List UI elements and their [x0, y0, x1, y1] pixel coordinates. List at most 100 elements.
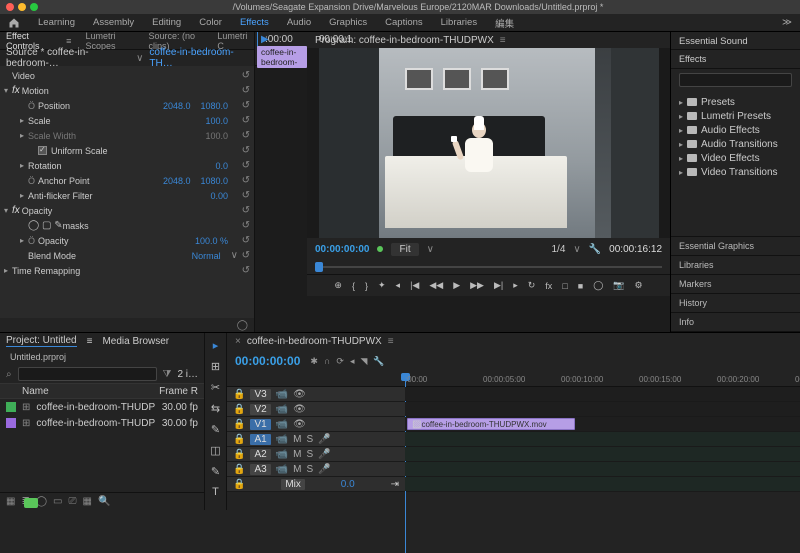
search-icon[interactable]: ⌕	[6, 369, 12, 380]
transport-btn-10[interactable]: ▸	[513, 280, 518, 291]
workspace-assembly[interactable]: Assembly	[93, 17, 134, 28]
transport-btn-9[interactable]: ▶|	[494, 280, 503, 291]
ec-timecode-toggle[interactable]: ◯	[0, 318, 254, 332]
bin-filter-icon[interactable]: ⧩	[163, 369, 172, 380]
preset-video-effects[interactable]: ▸Video Effects	[675, 151, 796, 165]
close-window-icon[interactable]	[6, 3, 14, 11]
lock-icon[interactable]: 🔒	[233, 389, 245, 400]
program-monitor[interactable]	[319, 48, 659, 238]
project-toolbar-btn-4[interactable]: ⎚	[69, 496, 77, 507]
track-mix[interactable]: 🔒Mix0.0⇥	[227, 477, 800, 492]
minimize-window-icon[interactable]	[18, 3, 26, 11]
timeline-opt-1[interactable]: ∩	[324, 356, 330, 367]
tool-5[interactable]: ◫	[210, 444, 220, 457]
transport-btn-8[interactable]: ▶▶	[470, 280, 484, 291]
transport-btn-1[interactable]: {	[352, 281, 355, 291]
zoom-window-icon[interactable]	[30, 3, 38, 11]
prop-position[interactable]: ÖPosition2048.01080.0↺	[0, 98, 254, 113]
workspace-libraries[interactable]: Libraries	[441, 17, 477, 28]
transport-btn-0[interactable]: ⊕	[334, 280, 342, 291]
preset-lumetri-presets[interactable]: ▸Lumetri Presets	[675, 109, 796, 123]
effects-header[interactable]: Effects	[671, 50, 800, 69]
tool-7[interactable]: T	[212, 486, 219, 498]
panel-link-libraries[interactable]: Libraries	[671, 256, 800, 275]
prop-anchor-point[interactable]: ÖAnchor Point2048.01080.0↺	[0, 173, 254, 188]
track-v2[interactable]: 🔒V2📹👁	[227, 402, 800, 417]
resolution-select[interactable]: 1/4	[551, 244, 565, 255]
effects-search-input[interactable]	[679, 73, 792, 87]
timeline-timecode[interactable]: 00:00:00:00	[235, 354, 300, 368]
tool-4[interactable]: ✎	[211, 423, 220, 436]
transport-btn-6[interactable]: ◀◀	[429, 280, 443, 291]
panel-link-essential-graphics[interactable]: Essential Graphics	[671, 237, 800, 256]
tool-6[interactable]: ✎	[211, 465, 220, 478]
timeline-opt-5[interactable]: 🔧	[373, 356, 384, 367]
lock-icon[interactable]: 🔒	[233, 404, 245, 415]
timeline-opt-3[interactable]: ◂	[350, 356, 355, 367]
transport-btn-17[interactable]: ⚙	[634, 280, 642, 291]
clip[interactable]: ▨ coffee-in-bedroom-THUDPWX.mov	[407, 418, 575, 430]
prop-masks[interactable]: Uniform Scale↺	[0, 143, 254, 158]
track-a2[interactable]: 🔒A2📹MS🎤	[227, 447, 800, 462]
tab-media-browser[interactable]: Media Browser	[102, 336, 169, 347]
lock-icon[interactable]: 🔒	[233, 449, 245, 460]
essential-sound-header[interactable]: Essential Sound	[671, 32, 800, 50]
project-toolbar-btn-5[interactable]: ▦	[83, 496, 92, 507]
prop-blend-mode[interactable]: Blend ModeNormal∨↺	[0, 248, 254, 263]
timeline-ruler[interactable]: :00:0000:00:05:0000:00:10:0000:00:15:000…	[227, 373, 800, 387]
tab-project[interactable]: Project: Untitled	[6, 335, 77, 347]
workspace-effects[interactable]: Effects	[240, 17, 269, 28]
tool-3[interactable]: ⇆	[211, 402, 220, 415]
prop-motion[interactable]: ▾fxMotion↺	[0, 83, 254, 98]
transport-btn-11[interactable]: ↻	[528, 280, 536, 291]
transport-btn-12[interactable]: fx	[545, 281, 552, 291]
track-v1[interactable]: 🔒V1📹👁▨ coffee-in-bedroom-THUDPWX.mov	[227, 417, 800, 432]
timeline-opt-2[interactable]: ⟳	[336, 356, 344, 367]
transport-btn-4[interactable]: ◂	[396, 280, 401, 291]
transport-btn-5[interactable]: |◀	[410, 280, 419, 291]
lock-icon[interactable]: 🔒	[233, 434, 245, 445]
project-item[interactable]: ⊞coffee-in-bedroom-THUDP30.00 fp	[0, 415, 204, 431]
transport-btn-13[interactable]: □	[562, 281, 567, 291]
zoom-fit-select[interactable]: Fit	[391, 243, 418, 256]
panel-menu-icon[interactable]: ≡	[87, 336, 93, 347]
workspace-color[interactable]: Color	[199, 17, 222, 28]
workspace-learning[interactable]: Learning	[38, 17, 75, 28]
project-toolbar-btn-3[interactable]: ▭	[53, 496, 62, 507]
prop-scale-width[interactable]: ▸Scale Width100.0↺	[0, 128, 254, 143]
program-timecode[interactable]: 00:00:00:00	[315, 244, 369, 255]
expand-icon[interactable]: ⇥	[391, 479, 399, 490]
panel-link-markers[interactable]: Markers	[671, 275, 800, 294]
home-icon[interactable]	[8, 17, 20, 29]
transport-btn-14[interactable]: ■	[578, 281, 583, 291]
keyframe-clip-tag[interactable]: coffee-in-bedroom-	[257, 46, 307, 68]
prop-video[interactable]: Video↺	[0, 68, 254, 83]
prop-time-remapping[interactable]: ▸Time Remapping↺	[0, 263, 254, 278]
lock-icon[interactable]: 🔒	[233, 419, 245, 430]
transport-btn-7[interactable]: ▶	[453, 280, 460, 291]
prop-rotation[interactable]: ▸Rotation0.0↺	[0, 158, 254, 173]
workspace-captions[interactable]: Captions	[385, 17, 423, 28]
lock-icon[interactable]: 🔒	[233, 479, 245, 490]
project-item[interactable]: ⊞coffee-in-bedroom-THUDP30.00 fp	[0, 399, 204, 415]
workspace-editing[interactable]: Editing	[152, 17, 181, 28]
pen-color-swatch[interactable]	[24, 498, 38, 508]
panel-link-history[interactable]: History	[671, 294, 800, 313]
panel-menu-icon[interactable]: ≡	[66, 36, 71, 46]
workspace-edit-jp[interactable]: 編集	[495, 16, 514, 30]
transport-btn-16[interactable]: 📷	[613, 280, 624, 291]
tool-1[interactable]: ⊞	[211, 360, 220, 373]
preset-video-transitions[interactable]: ▸Video Transitions	[675, 165, 796, 179]
prop-opacity[interactable]: ▾fxOpacity↺	[0, 203, 254, 218]
transport-btn-2[interactable]: }	[365, 281, 368, 291]
project-toolbar-btn-6[interactable]: 🔍	[98, 496, 110, 507]
tool-0[interactable]: ▸	[213, 339, 219, 352]
prop-masks[interactable]: ◯ ▢ ✎masks↺	[0, 218, 254, 233]
preset-audio-transitions[interactable]: ▸Audio Transitions	[675, 137, 796, 151]
transport-btn-15[interactable]: ◯	[593, 280, 603, 291]
transport-btn-3[interactable]: ✦	[378, 280, 386, 291]
track-v3[interactable]: 🔒V3📹👁	[227, 387, 800, 402]
lock-icon[interactable]: 🔒	[233, 464, 245, 475]
workspace-graphics[interactable]: Graphics	[329, 17, 367, 28]
workspace-overflow-icon[interactable]: ≫	[782, 17, 792, 28]
